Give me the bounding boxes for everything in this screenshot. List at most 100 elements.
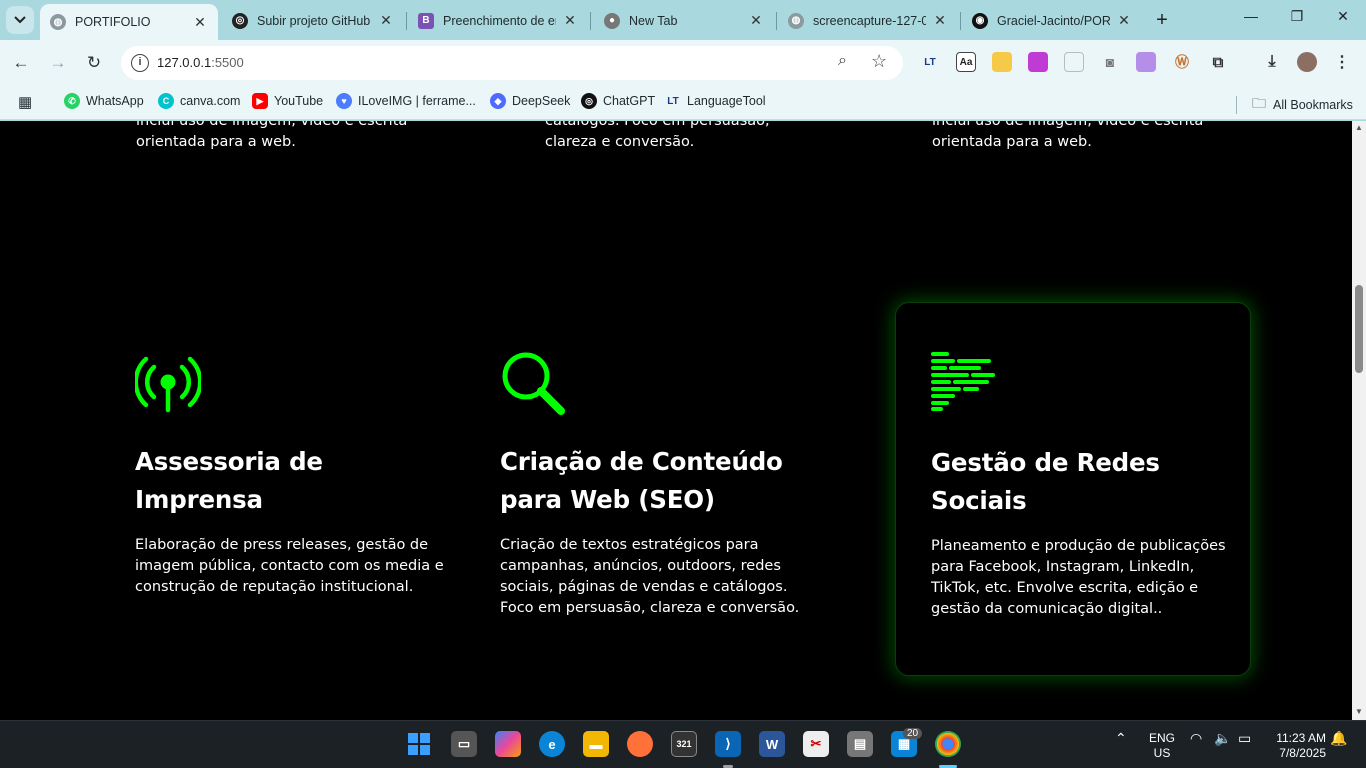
bootstrap-icon: B	[418, 12, 434, 29]
task-view-icon[interactable]: ▭	[451, 731, 477, 757]
new-tab-button[interactable]: +	[1152, 9, 1172, 32]
blank-extension-icon[interactable]	[1064, 52, 1084, 72]
bookmark-canva[interactable]: Ccanva.com	[158, 93, 240, 109]
zoom-icon[interactable]: ⌕	[838, 52, 847, 70]
restore-button[interactable]: ❐	[1282, 8, 1312, 25]
bookmark-iloveimg[interactable]: ♥ ILoveIMG | ferrame...	[336, 93, 476, 109]
file-explorer-icon[interactable]: ▬	[583, 731, 609, 757]
canva-icon: C	[158, 93, 174, 109]
service-title: Assessoria de Imprensa	[135, 447, 323, 514]
languagetool-icon: LT	[667, 95, 679, 107]
site-info-icon[interactable]: i	[131, 54, 149, 72]
close-icon[interactable]: ✕	[378, 12, 394, 29]
snipping-tool-icon[interactable]: ✂	[803, 731, 829, 757]
bookmark-languagetool[interactable]: LT LanguageTool	[665, 93, 765, 109]
service-description: Planeamento e produção de publicações pa…	[931, 538, 1226, 617]
chrome-taskbar-icon[interactable]	[935, 731, 961, 757]
languagetool-extension-icon[interactable]: LT	[920, 52, 940, 72]
youtube-icon: ▶	[252, 93, 268, 109]
stream-lines-icon	[931, 352, 995, 411]
windows-logo-icon	[408, 733, 430, 755]
chatgpt-icon: ◎	[581, 93, 597, 109]
service-title: Criação de Conteúdo para Web (SEO)	[500, 447, 783, 514]
folder-icon: 🗀	[1252, 95, 1266, 111]
bookmark-whatsapp[interactable]: ✆ WhatsApp	[64, 93, 144, 109]
close-icon[interactable]: ✕	[748, 12, 764, 29]
tab-subir-projeto[interactable]: ◎ Subir projeto GitHub ✕	[222, 5, 404, 36]
tab-screencapture[interactable]: ◍ screencapture-127-0 ✕	[778, 5, 958, 36]
download-icon[interactable]: ⤓	[1262, 52, 1282, 72]
reload-button[interactable]: ↻	[83, 52, 105, 74]
word-icon[interactable]: W	[759, 731, 785, 757]
tab-github[interactable]: ◉ Graciel-Jacinto/PORT ✕	[962, 5, 1142, 36]
profile-avatar[interactable]	[1297, 52, 1317, 72]
battery-icon[interactable]: ▭	[1238, 731, 1251, 746]
calendar-app-icon[interactable]: 321	[671, 731, 697, 757]
volume-icon[interactable]: 🔈	[1214, 731, 1231, 746]
bookmark-star-icon[interactable]: ☆	[871, 51, 887, 72]
bookmark-youtube[interactable]: ▶ YouTube	[252, 93, 323, 109]
previous-card-text: inclui uso de imagem, vídeo e escrita or…	[136, 121, 408, 150]
service-card-seo[interactable]: Criação de Conteúdo para Web (SEO) Criaç…	[466, 302, 822, 676]
chevron-down-icon	[14, 16, 26, 24]
minimize-button[interactable]: —	[1236, 8, 1266, 24]
tab-separator	[406, 12, 407, 30]
vscode-icon[interactable]: ⟩	[715, 731, 741, 757]
apps-grid-icon[interactable]: ▦	[18, 93, 32, 111]
colorpicker-extension-icon[interactable]	[1028, 52, 1048, 72]
tab-search-button[interactable]	[6, 6, 34, 34]
highlighter-extension-icon[interactable]	[992, 52, 1012, 72]
menu-kebab-icon[interactable]: ⋮	[1332, 52, 1352, 72]
notifications-bell-icon[interactable]: 🔔	[1330, 731, 1347, 746]
chrome-icon: ●	[604, 12, 620, 29]
bookmarks-bar: ▦ ✆ WhatsApp Ccanva.com ▶ YouTube ♥ ILoveIM…	[0, 85, 1366, 120]
tab-portifolio[interactable]: ◍ PORTIFOLIO ✕	[40, 4, 218, 40]
extensions-puzzle-icon[interactable]: ⧉	[1208, 52, 1228, 72]
tab-new-tab[interactable]: ● New Tab ✕	[594, 5, 774, 36]
wordpress-extension-icon[interactable]: Ⓦ	[1172, 52, 1192, 72]
previous-card-text: catálogos. Foco em persuasão, clareza e …	[545, 121, 770, 150]
clock[interactable]: 11:23 AM 7/8/2025	[1266, 731, 1326, 761]
browser-chrome: ◍ PORTIFOLIO ✕ ◎ Subir projeto GitHub ✕ …	[0, 0, 1366, 121]
service-description: Criação de textos estratégicos para camp…	[500, 537, 800, 616]
scroll-up-arrow[interactable]: ▲	[1355, 123, 1363, 132]
language-indicator[interactable]: ENG US	[1146, 731, 1178, 761]
page-scrollbar[interactable]: ▲ ▼	[1352, 121, 1366, 720]
windows-taskbar: ▭ e ▬ 321 ⟩ W ✂ ▤ ▦ 20 ⌃ ENG US ◠ 🔈 ▭ 11…	[0, 720, 1366, 768]
close-window-button[interactable]: ✕	[1328, 8, 1358, 25]
photos-app-icon[interactable]: ▤	[847, 731, 873, 757]
close-icon[interactable]: ✕	[1116, 12, 1132, 29]
tab-preenchimento[interactable]: B Preenchimento de en ✕	[408, 5, 588, 36]
service-description: Elaboração de press releases, gestão de …	[135, 537, 444, 595]
scrollbar-thumb[interactable]	[1355, 285, 1363, 373]
dictionary-extension-icon[interactable]: Aa	[956, 52, 976, 72]
bookmark-deepseek[interactable]: ◆ DeepSeek	[490, 93, 570, 109]
eyedropper-extension-icon[interactable]	[1136, 52, 1156, 72]
deepseek-icon: ◆	[490, 93, 506, 109]
wifi-icon[interactable]: ◠	[1190, 731, 1202, 746]
close-icon[interactable]: ✕	[192, 14, 208, 31]
camera-extension-icon[interactable]: ◙	[1100, 52, 1120, 72]
iloveimg-icon: ♥	[336, 93, 352, 109]
bookmark-all-bookmarks[interactable]: 🗀 All Bookmarks	[1236, 93, 1353, 117]
start-windows-icon[interactable]	[406, 731, 432, 757]
browser-toolbar: ← → ↻ i 127.0.0.1:5500 ⌕ ☆ LT Aa ◙ Ⓦ ⧉ ⤓…	[0, 40, 1366, 85]
service-card-redes-sociais[interactable]: Gestão de Redes Sociais Planeamento e pr…	[895, 302, 1251, 676]
edge-icon[interactable]: e	[539, 731, 565, 757]
whatsapp-icon: ✆	[64, 93, 80, 109]
firefox-icon[interactable]	[627, 731, 653, 757]
broadcast-antenna-icon	[135, 356, 201, 413]
scroll-down-arrow[interactable]: ▼	[1355, 707, 1363, 716]
forward-button[interactable]: →	[47, 52, 69, 74]
service-card-assessoria[interactable]: Assessoria de Imprensa Elaboração de pre…	[101, 302, 457, 676]
url-text: 127.0.0.1:5500	[157, 55, 244, 70]
show-hidden-icons-chevron[interactable]: ⌃	[1115, 731, 1127, 746]
close-icon[interactable]: ✕	[562, 12, 578, 29]
back-button[interactable]: ←	[10, 52, 32, 74]
bookmark-chatgpt[interactable]: ◎ ChatGPT	[581, 93, 655, 109]
close-icon[interactable]: ✕	[932, 12, 948, 29]
address-bar[interactable]: i 127.0.0.1:5500 ⌕ ☆	[121, 46, 903, 80]
copilot-icon[interactable]	[495, 731, 521, 757]
previous-card-text: inclui uso de imagem, vídeo e escrita or…	[932, 121, 1204, 150]
globe-icon: ◍	[788, 12, 804, 29]
